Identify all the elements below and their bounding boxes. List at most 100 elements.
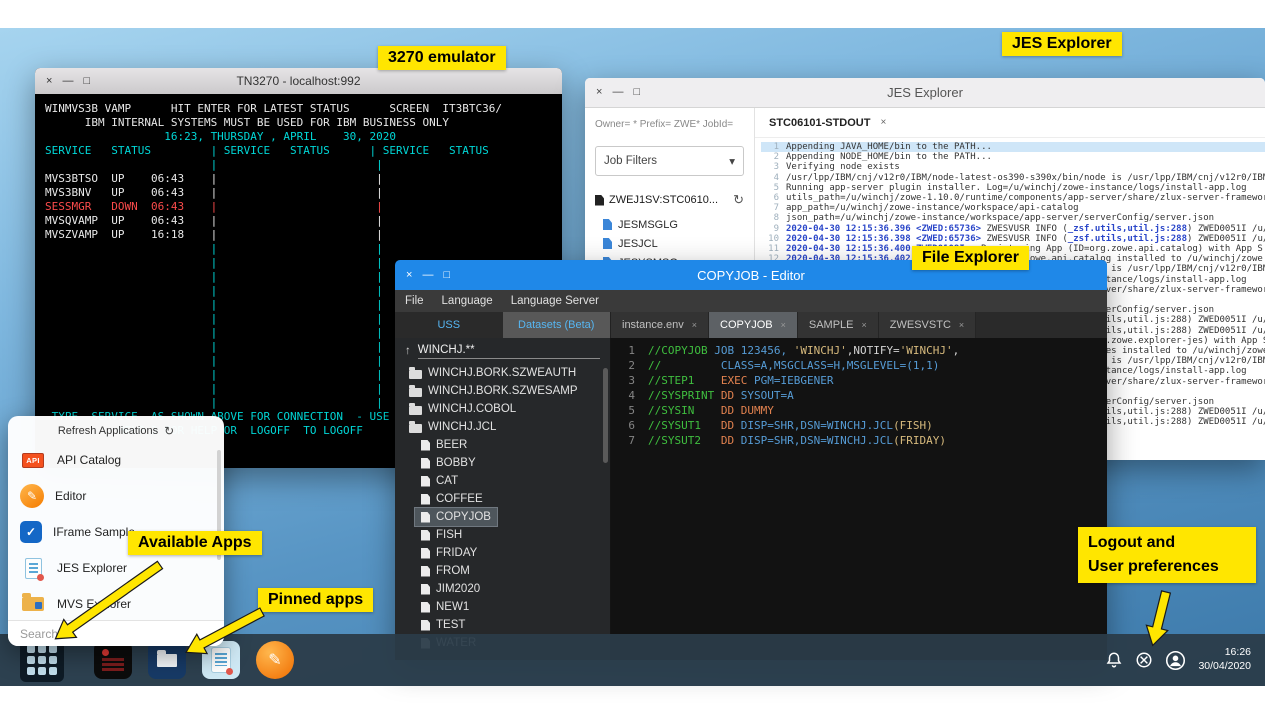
editor-tab-zwesvstc[interactable]: ZWESVSTC × — [879, 312, 976, 338]
settings-icon[interactable] — [1135, 651, 1153, 669]
editor-tab-copyjob[interactable]: COPYJOB× — [709, 312, 798, 338]
tab-label: ZWESVSTC — [890, 319, 951, 331]
code-editor[interactable]: 1//COPYJOB JOB 123456, 'WINCHJ',NOTIFY='… — [611, 338, 1107, 660]
maximize-button[interactable]: □ — [83, 76, 90, 87]
editor-tab-instance.env[interactable]: instance.env× — [611, 312, 709, 338]
jes-spool-file[interactable]: JESJCL — [595, 234, 744, 253]
notifications-bell-icon[interactable] — [1105, 651, 1123, 669]
taskbar-app-editor[interactable]: ✎ — [256, 641, 294, 679]
log-line: 7app_path=/u/winchj/zowe-instance/worksp… — [761, 203, 1265, 213]
dataset-folder[interactable]: WINCHJ.COBOL — [403, 400, 522, 418]
dataset-member[interactable]: COPYJOB — [415, 508, 497, 526]
launcher-item-mvs-explorer[interactable]: MVS Explorer — [8, 586, 224, 622]
log-line-text: Running app-server plugin installer. Log… — [786, 183, 1247, 193]
launcher-item-jes-explorer[interactable]: JES Explorer — [8, 550, 224, 586]
terminal-line: SESSMGR DOWN 06:43 | | — [45, 200, 552, 214]
tab-close-icon[interactable]: × — [781, 320, 786, 330]
tree-item-label: BOBBY — [436, 457, 476, 469]
dataset-folder[interactable]: WINCHJ.JCL — [403, 418, 502, 436]
minimize-button[interactable]: — — [612, 87, 623, 98]
tree-item-label: NEW1 — [436, 601, 469, 613]
up-arrow-icon[interactable]: ↑ — [405, 345, 411, 357]
tab-close-icon[interactable]: × — [692, 320, 697, 330]
dataset-member[interactable]: FROM — [415, 562, 476, 580]
dataset-folder[interactable]: WINCHJ.BORK.SZWESAMP — [403, 382, 584, 400]
refresh-icon[interactable]: ↻ — [164, 424, 174, 438]
chevron-down-icon: ▾ — [729, 154, 735, 168]
tab-close-icon[interactable]: × — [880, 117, 886, 128]
job-node-label: ZWEJ1SV:STC0610... — [609, 194, 728, 206]
folder-icon — [22, 597, 44, 611]
dataset-member[interactable]: JIM2020 — [415, 580, 486, 598]
maximize-button[interactable]: □ — [633, 87, 640, 98]
dataset-folder[interactable]: WINCHJ.BORK.SZWEAUTH — [403, 364, 582, 382]
code-line-number: 7 — [611, 433, 635, 448]
log-line-text: Appending JAVA_HOME/bin to the PATH... — [786, 142, 992, 152]
file-icon — [421, 494, 430, 505]
menu-language-server[interactable]: Language Server — [511, 295, 599, 307]
tn3270-titlebar[interactable]: × — □ TN3270 - localhost:992 — [35, 68, 562, 94]
dataset-member[interactable]: CAT — [415, 472, 464, 490]
launcher-item-label: JES Explorer — [57, 561, 127, 575]
log-line-number: 10 — [761, 234, 779, 244]
maximize-button[interactable]: □ — [443, 270, 450, 281]
tab-close-icon[interactable]: × — [959, 320, 964, 330]
dataset-member[interactable]: FRIDAY — [415, 544, 483, 562]
launcher-item-label: MVS Explorer — [57, 597, 131, 611]
folder-icon — [157, 654, 177, 667]
jes-spool-file[interactable]: JESMSGLG — [595, 215, 744, 234]
spool-file-label: JESJCL — [618, 238, 658, 250]
dataset-member[interactable]: NEW1 — [415, 598, 475, 616]
log-line-number: 5 — [761, 183, 779, 193]
minimize-button[interactable]: — — [62, 76, 73, 87]
close-button[interactable]: × — [46, 76, 52, 87]
refresh-icon[interactable]: ↻ — [733, 192, 744, 208]
app-search-input[interactable] — [8, 620, 224, 646]
taskbar-app-file-explorer[interactable] — [148, 641, 186, 679]
menu-file[interactable]: File — [405, 295, 424, 307]
jes-job-node[interactable]: ZWEJ1SV:STC0610... ↻ — [595, 192, 744, 208]
mode-tab-datasets-beta-[interactable]: Datasets (Beta) — [503, 312, 611, 338]
editor-tab-sample[interactable]: SAMPLE× — [798, 312, 879, 338]
jes-window-title: JES Explorer — [887, 85, 963, 100]
folder-icon — [409, 388, 422, 397]
open-file-tabs: instance.env×COPYJOB×SAMPLE× ZWESVSTC × — [611, 312, 1107, 338]
terminal-line: IBM INTERNAL SYSTEMS MUST BE USED FOR IB… — [45, 116, 552, 130]
launcher-item-api-catalog[interactable]: APIAPI Catalog — [8, 442, 224, 478]
editor-window: × — □ COPYJOB - Editor FileLanguageLangu… — [395, 260, 1107, 660]
tree-item-label: WINCHJ.JCL — [428, 421, 496, 433]
refresh-applications[interactable]: Refresh Applications ↻ — [8, 416, 224, 442]
file-icon — [421, 602, 430, 613]
jes-titlebar[interactable]: × — □ JES Explorer — [585, 78, 1265, 108]
jes-output-tab[interactable]: STC06101-STDOUT × — [769, 117, 886, 129]
taskbar-app-tn3270[interactable] — [94, 641, 132, 679]
user-profile-icon[interactable] — [1165, 650, 1186, 671]
close-button[interactable]: × — [596, 87, 602, 98]
window-controls: × — □ — [46, 76, 90, 87]
dataset-filter-input[interactable]: WINCHJ.** — [418, 344, 600, 359]
close-button[interactable]: × — [406, 270, 412, 281]
launcher-item-editor[interactable]: ✎Editor — [8, 478, 224, 514]
code-line: 5//SYSIN DD DUMMY — [611, 403, 1107, 418]
api-catalog-icon: API — [20, 447, 46, 473]
log-line: 92020-04-30 12:15:36.396 <ZWED:65736> ZW… — [761, 224, 1265, 234]
minimize-button[interactable]: — — [422, 270, 433, 281]
document-icon — [603, 238, 612, 249]
tree-scrollbar[interactable] — [603, 368, 608, 463]
taskbar-app-jes-explorer[interactable] — [202, 641, 240, 679]
dataset-member[interactable]: BOBBY — [415, 454, 482, 472]
job-filters-dropdown[interactable]: Job Filters ▾ — [595, 146, 744, 176]
file-icon — [421, 530, 430, 541]
menu-language[interactable]: Language — [442, 295, 493, 307]
dataset-member[interactable]: COFFEE — [415, 490, 489, 508]
mode-tab-uss[interactable]: USS — [395, 312, 503, 338]
log-line-number: 3 — [761, 162, 779, 172]
code-line-text: // CLASS=A,MSGCLASS=H,MSGLEVEL=(1,1) — [648, 358, 939, 373]
launcher-item-label: Editor — [55, 489, 86, 503]
dataset-member[interactable]: FISH — [415, 526, 468, 544]
document-icon — [212, 648, 230, 672]
refresh-applications-label: Refresh Applications — [58, 425, 158, 437]
tab-close-icon[interactable]: × — [862, 320, 867, 330]
dataset-member[interactable]: TEST — [415, 616, 471, 634]
dataset-member[interactable]: BEER — [415, 436, 473, 454]
